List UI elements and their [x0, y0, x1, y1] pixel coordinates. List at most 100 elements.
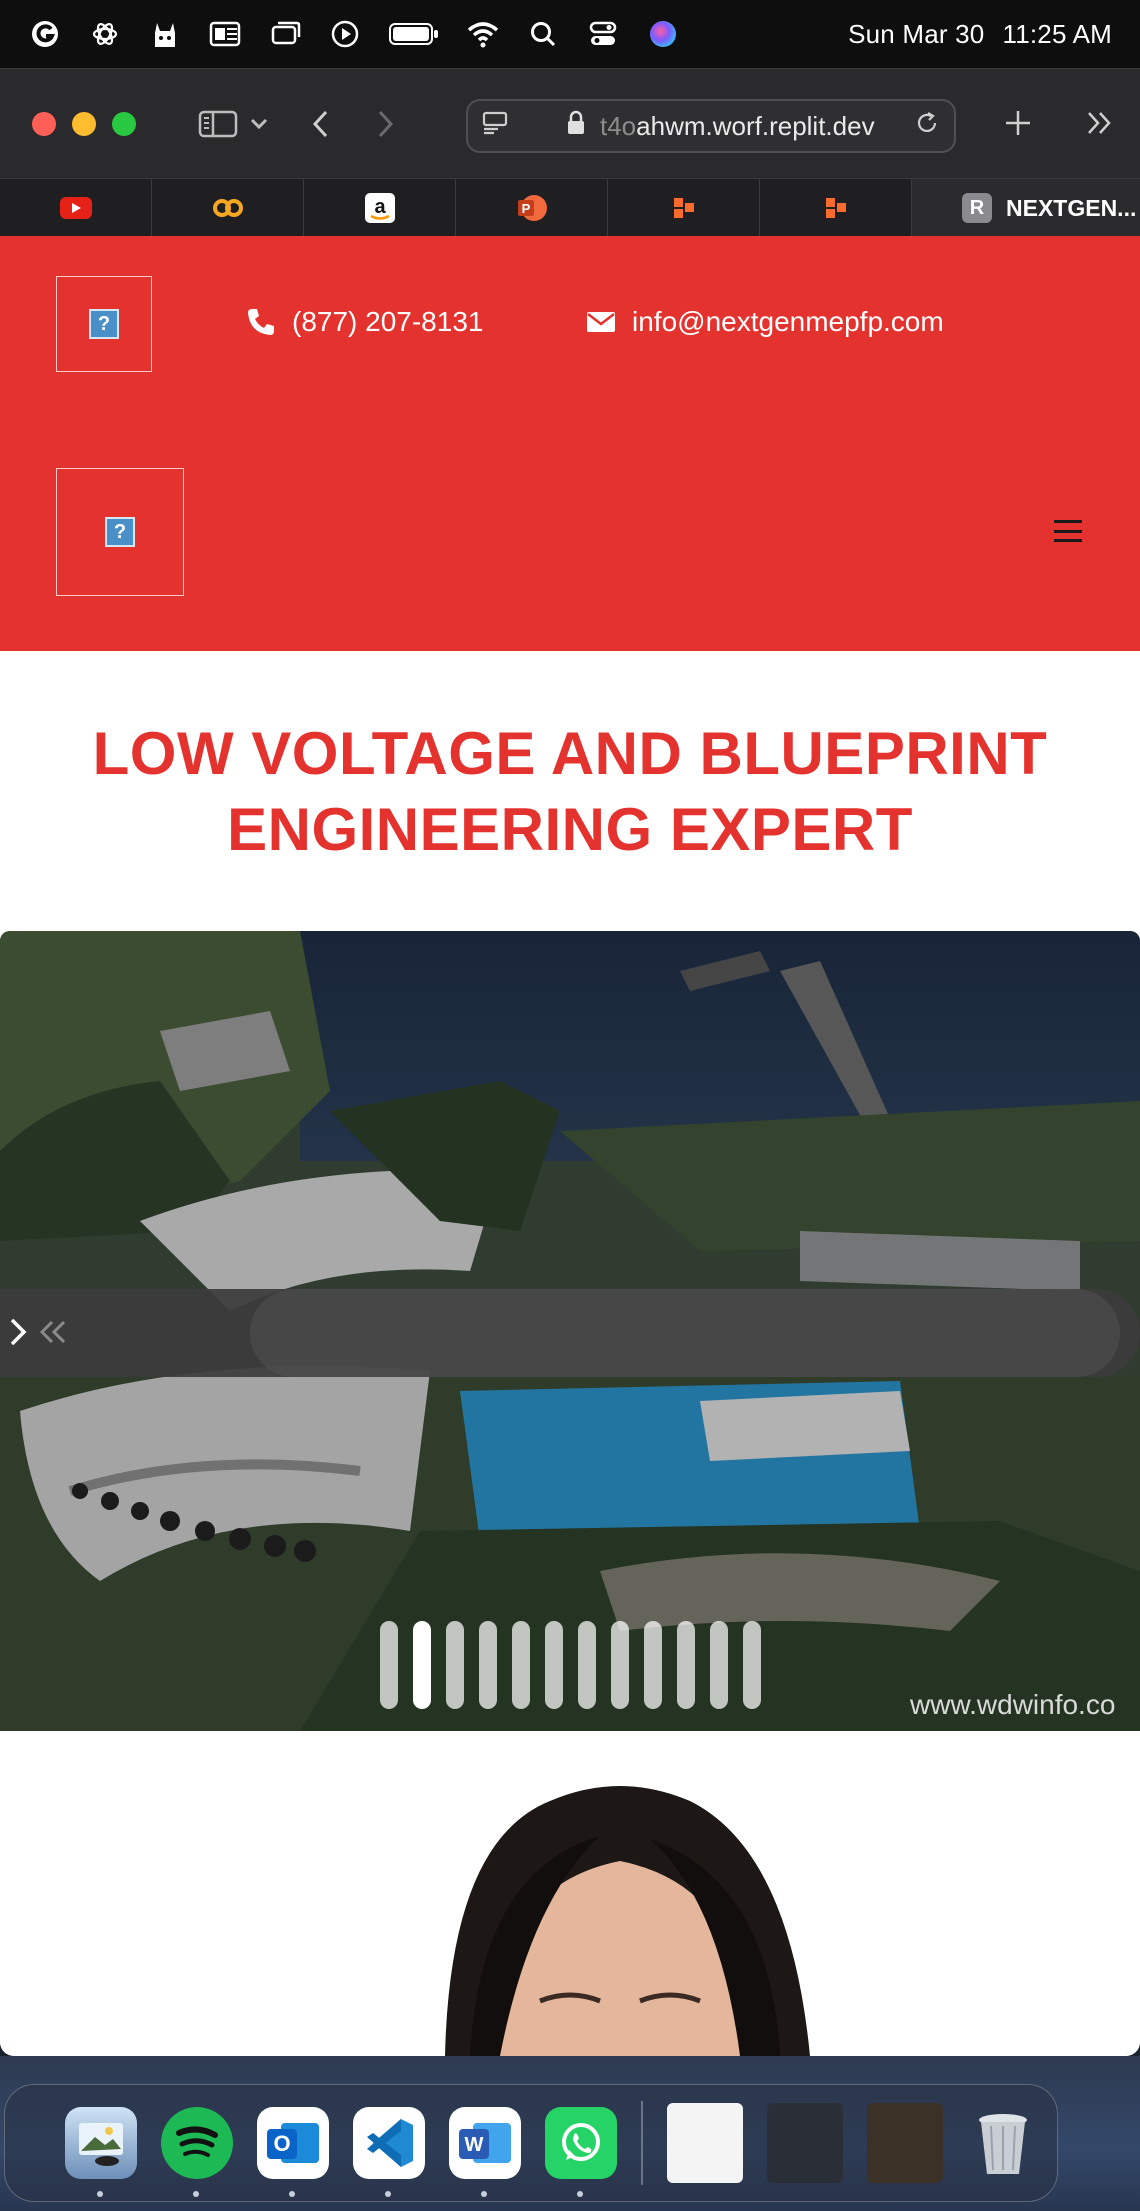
- slider-dot[interactable]: [644, 1621, 662, 1709]
- slider-dot[interactable]: [710, 1621, 728, 1709]
- double-chevron-left-icon[interactable]: [34, 1307, 74, 1357]
- menubar-date[interactable]: Sun Mar 30: [848, 19, 984, 50]
- slider-track: [250, 1289, 1120, 1377]
- page-headline: LOW VOLTAGE AND BLUEPRINT ENGINEERING EX…: [0, 716, 1140, 868]
- trash-icon[interactable]: [967, 2107, 1039, 2179]
- broken-image-icon: ?: [105, 517, 135, 547]
- back-button[interactable]: [298, 102, 342, 146]
- minimize-window-button[interactable]: [72, 111, 96, 136]
- headline-line-2: ENGINEERING EXPERT: [227, 796, 913, 863]
- sidebar-toggle-button[interactable]: [196, 102, 240, 146]
- slider-dot[interactable]: [413, 1621, 431, 1709]
- svg-text:W: W: [465, 2134, 484, 2156]
- control-center-icon[interactable]: [586, 17, 620, 51]
- header-email[interactable]: info@nextgenmepfp.com: [586, 306, 944, 338]
- header-phone[interactable]: (877) 207-8131: [246, 306, 483, 338]
- tab-powerpoint[interactable]: P: [456, 179, 608, 237]
- slider-dot[interactable]: [743, 1621, 761, 1709]
- browser-toolbar: t4oahwm.worf.replit.dev: [0, 68, 1140, 178]
- battery-icon[interactable]: [388, 17, 440, 51]
- tab-title: NEXTGEN...: [1006, 194, 1137, 221]
- svg-text:a: a: [374, 196, 386, 218]
- more-tabs-button[interactable]: [1078, 101, 1122, 145]
- hamburger-menu-icon[interactable]: [1054, 520, 1082, 542]
- forward-button[interactable]: [364, 102, 408, 146]
- minimized-window-outlook[interactable]: [767, 2103, 843, 2183]
- tab-puzzle-2[interactable]: [760, 179, 912, 237]
- outlook-icon[interactable]: [208, 17, 242, 51]
- tab-amazon[interactable]: a: [304, 179, 456, 237]
- tab-youtube[interactable]: [0, 179, 152, 237]
- powerpoint-icon: P: [517, 195, 547, 221]
- address-bar[interactable]: t4oahwm.worf.replit.dev: [466, 99, 956, 153]
- email-address[interactable]: info@nextgenmepfp.com: [632, 306, 944, 338]
- amazon-icon: a: [364, 193, 395, 223]
- minimized-window-document[interactable]: [667, 2103, 743, 2183]
- grammarly-icon[interactable]: [28, 17, 62, 51]
- envelope-icon: [587, 312, 615, 332]
- dock-separator: [641, 2101, 643, 2185]
- portrait-photo: [445, 1786, 810, 2056]
- outlook-icon[interactable]: O: [257, 2107, 329, 2197]
- tab-nextgen-active[interactable]: R NEXTGEN...: [912, 179, 1140, 237]
- url-text[interactable]: t4oahwm.worf.replit.dev: [600, 111, 914, 142]
- broken-image-icon: ?: [89, 309, 119, 339]
- headline-line-1: LOW VOLTAGE AND BLUEPRINT: [92, 720, 1048, 787]
- lock-icon: [566, 110, 586, 143]
- vscode-icon[interactable]: [353, 2107, 425, 2197]
- desktop-background: O W: [0, 2056, 1140, 2211]
- header-logo-small[interactable]: ?: [56, 276, 152, 372]
- slider-dot[interactable]: [479, 1621, 497, 1709]
- wifi-icon[interactable]: [466, 17, 500, 51]
- chevron-right-icon[interactable]: [4, 1307, 34, 1357]
- slider-nav-bar[interactable]: [0, 1289, 1140, 1377]
- preview-icon[interactable]: [65, 2107, 137, 2197]
- minimized-window-chatgpt[interactable]: [867, 2103, 943, 2183]
- menubar-time[interactable]: 11:25 AM: [1002, 19, 1112, 50]
- slider-arrows: [4, 1307, 74, 1357]
- tab-bar: a P R NEXTGEN...: [0, 178, 1140, 237]
- coursera-icon: [212, 199, 243, 217]
- zoom-window-button[interactable]: [112, 111, 136, 136]
- chevron-down-icon[interactable]: [244, 102, 274, 146]
- page-menu-icon[interactable]: [482, 110, 508, 143]
- close-window-button[interactable]: [32, 111, 56, 136]
- play-icon[interactable]: [328, 17, 362, 51]
- replit-badge-icon: R: [962, 193, 992, 223]
- slider-dot[interactable]: [512, 1621, 530, 1709]
- svg-text:P: P: [521, 201, 530, 216]
- youtube-icon: [59, 197, 92, 219]
- search-icon[interactable]: [526, 17, 560, 51]
- phone-number[interactable]: (877) 207-8131: [292, 306, 483, 338]
- tab-coursera[interactable]: [152, 179, 304, 237]
- slider-dot[interactable]: [611, 1621, 629, 1709]
- window-controls: [32, 111, 136, 136]
- puzzle-icon: [825, 198, 846, 218]
- slider-pagination: [380, 1621, 761, 1709]
- header-logo-main[interactable]: ?: [56, 468, 184, 596]
- site-header: ? (877) 207-8131 info@nextgenmepfp.com ?: [0, 236, 1140, 651]
- new-tab-button[interactable]: [996, 101, 1040, 145]
- llama-icon[interactable]: [148, 17, 182, 51]
- chatgpt-icon[interactable]: [88, 17, 122, 51]
- reload-icon[interactable]: [914, 110, 940, 143]
- whatsapp-icon[interactable]: [545, 2107, 617, 2197]
- slider-dot[interactable]: [578, 1621, 596, 1709]
- menubar: Sun Mar 30 11:25 AM: [0, 0, 1140, 68]
- screens-icon[interactable]: [268, 17, 302, 51]
- image-watermark: www.wdwinfo.co: [910, 1689, 1116, 1720]
- slider-dot[interactable]: [677, 1621, 695, 1709]
- word-icon[interactable]: W: [449, 2107, 521, 2197]
- puzzle-icon: [673, 198, 694, 218]
- spotify-icon[interactable]: [161, 2107, 233, 2197]
- tab-puzzle-1[interactable]: [608, 179, 760, 237]
- svg-text:O: O: [273, 2131, 290, 2156]
- slider-dot[interactable]: [446, 1621, 464, 1709]
- hero-slider[interactable]: www.wdwinfo.co: [0, 931, 1140, 1731]
- siri-icon[interactable]: [646, 17, 680, 51]
- slider-dot[interactable]: [380, 1621, 398, 1709]
- page-viewport: ? (877) 207-8131 info@nextgenmepfp.com ?…: [0, 236, 1140, 2056]
- team-portrait: [0, 1731, 1140, 2056]
- slider-dot[interactable]: [545, 1621, 563, 1709]
- phone-icon: [248, 309, 274, 335]
